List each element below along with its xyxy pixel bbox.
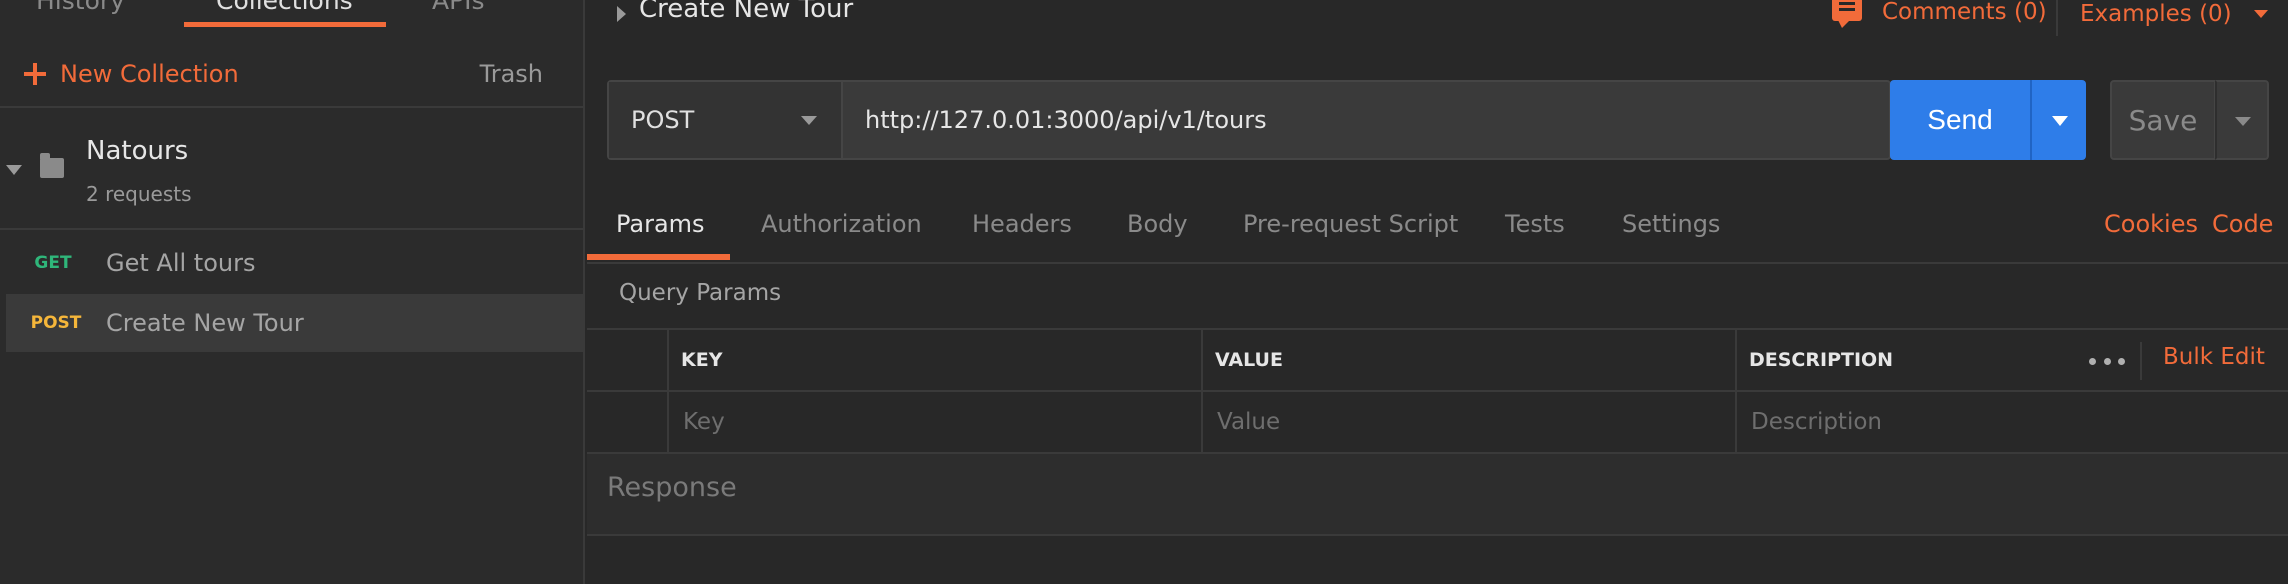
method-badge: POST: [30, 313, 82, 333]
sidebar-tabs: History Collections APIs: [0, 0, 583, 28]
value-input[interactable]: Value: [1201, 392, 1735, 452]
table-row: Key Value Description: [587, 392, 2288, 454]
collection-natours[interactable]: Natours 2 requests: [0, 110, 583, 230]
tab-body[interactable]: Body: [1127, 210, 1188, 238]
tab-pre-request-script[interactable]: Pre-request Script: [1243, 210, 1458, 238]
save-options-button[interactable]: [2215, 80, 2269, 160]
new-collection-label: New Collection: [60, 60, 239, 88]
column-header-value: VALUE: [1201, 330, 1735, 390]
caret-down-icon[interactable]: [6, 165, 22, 175]
collection-request-count: 2 requests: [86, 182, 192, 206]
new-collection-button[interactable]: New Collection: [24, 54, 239, 94]
chevron-down-icon: [2052, 116, 2068, 126]
sidebar-toolbar: New Collection Trash: [0, 40, 583, 108]
request-title-row: Create New Tour Comments (0) Examples (0…: [587, 0, 2288, 40]
request-label: Get All tours: [106, 249, 256, 277]
request-label: Create New Tour: [106, 309, 304, 337]
chevron-down-icon: [2253, 10, 2268, 18]
divider: [2056, 0, 2058, 36]
active-tab-indicator: [587, 254, 730, 260]
examples-button[interactable]: Examples (0): [2080, 0, 2268, 34]
table-header-row: KEY VALUE DESCRIPTION Bulk Edit: [587, 330, 2288, 392]
request-panel: Create New Tour Comments (0) Examples (0…: [587, 0, 2288, 584]
cookies-link[interactable]: Cookies: [2104, 210, 2198, 238]
tab-history[interactable]: History: [36, 0, 125, 15]
tab-collections[interactable]: Collections: [216, 0, 353, 15]
key-input[interactable]: Key: [667, 392, 1201, 452]
query-params-table: KEY VALUE DESCRIPTION Bulk Edit Key Valu…: [587, 328, 2288, 454]
code-link[interactable]: Code: [2212, 210, 2273, 238]
response-label: Response: [607, 472, 737, 503]
send-button[interactable]: Send: [1890, 80, 2030, 160]
comments-label: Comments (0): [1882, 0, 2047, 25]
bulk-edit-link[interactable]: Bulk Edit: [2163, 344, 2265, 370]
url-bar: POST: [607, 80, 1891, 160]
chevron-down-icon: [801, 116, 817, 125]
method-badge: GET: [34, 253, 72, 273]
chevron-down-icon: [2235, 117, 2251, 126]
sidebar: History Collections APIs New Collection …: [0, 0, 585, 584]
request-tabs: Params Authorization Headers Body Pre-re…: [587, 196, 2288, 264]
request-item-create-new-tour[interactable]: POST Create New Tour: [6, 294, 583, 352]
request-title: Create New Tour: [639, 0, 854, 24]
column-header-key: KEY: [667, 330, 1201, 390]
folder-icon: [40, 153, 64, 178]
query-params-label: Query Params: [619, 280, 782, 306]
tab-params[interactable]: Params: [616, 210, 705, 238]
tab-tests[interactable]: Tests: [1505, 210, 1565, 238]
request-item-get-all-tours[interactable]: GET Get All tours: [0, 234, 583, 292]
divider: [2140, 342, 2142, 380]
active-tab-indicator: [184, 22, 386, 27]
tab-settings[interactable]: Settings: [1622, 210, 1720, 238]
examples-label: Examples (0): [2080, 1, 2232, 27]
url-input[interactable]: [843, 82, 1889, 158]
description-input[interactable]: Description: [1735, 392, 2288, 452]
method-select-value: POST: [631, 106, 695, 134]
tab-headers[interactable]: Headers: [972, 210, 1072, 238]
plus-icon: [24, 63, 46, 85]
method-select[interactable]: POST: [609, 82, 843, 158]
send-options-button[interactable]: [2030, 80, 2086, 160]
trash-button[interactable]: Trash: [480, 54, 543, 94]
tab-apis[interactable]: APIs: [432, 0, 485, 15]
comment-icon: [1832, 0, 1862, 28]
caret-right-icon[interactable]: [617, 6, 626, 22]
comments-button[interactable]: Comments (0): [1832, 0, 2047, 32]
tab-authorization[interactable]: Authorization: [761, 210, 922, 238]
more-options-icon[interactable]: [2087, 346, 2127, 376]
save-button[interactable]: Save: [2110, 80, 2216, 160]
response-panel: Response: [587, 454, 2288, 536]
collection-name: Natours: [86, 136, 189, 166]
column-header-description: DESCRIPTION: [1735, 330, 2075, 390]
